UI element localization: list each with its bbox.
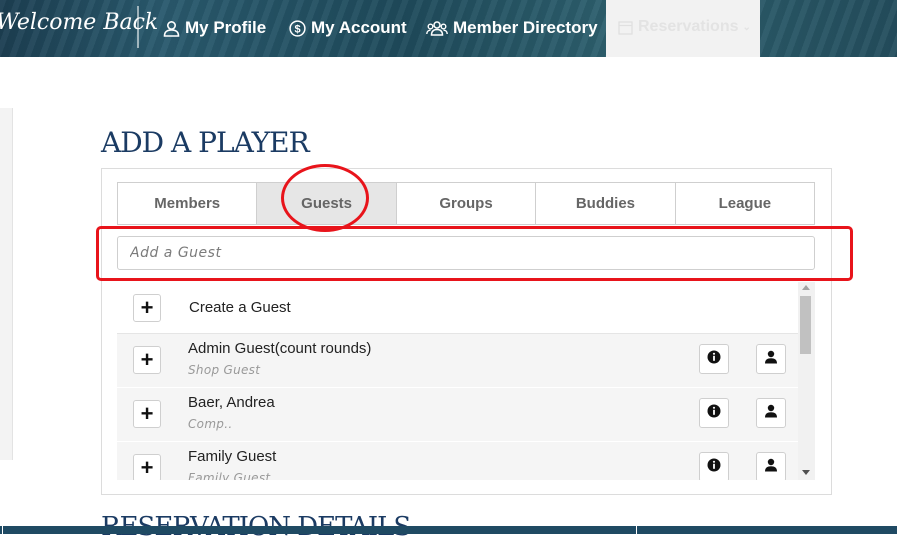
info-icon xyxy=(707,350,721,369)
tab-league[interactable]: League xyxy=(674,182,816,225)
bar-divider xyxy=(2,526,3,534)
add-guest-button[interactable]: + xyxy=(133,346,161,374)
tab-buddies[interactable]: Buddies xyxy=(535,182,675,225)
scrollbar-thumb[interactable] xyxy=(800,296,811,354)
guest-type: Family Guest xyxy=(188,471,271,480)
add-guest-button[interactable]: + xyxy=(133,400,161,428)
guest-list: + Create a Guest + Admin Guest(count rou… xyxy=(117,282,815,480)
create-guest-label: Create a Guest xyxy=(189,299,291,316)
page-title: ADD A PLAYER xyxy=(101,126,310,159)
nav-link-label: Member Directory xyxy=(453,18,598,37)
top-navigation: Welcome Back My Profile $ My Account Mem… xyxy=(0,0,897,57)
add-guest-button[interactable]: + xyxy=(133,454,161,480)
guest-name: Admin Guest(count rounds) xyxy=(188,340,372,357)
nav-link-member-directory[interactable]: Member Directory xyxy=(426,17,598,39)
nav-link-label: Reservations xyxy=(638,18,739,35)
bar-divider xyxy=(636,526,637,534)
tab-guests[interactable]: Guests xyxy=(256,182,396,225)
nav-link-my-profile[interactable]: My Profile xyxy=(163,17,266,39)
info-button[interactable] xyxy=(699,452,729,480)
nav-link-label: My Profile xyxy=(185,18,267,37)
nav-link-reservations[interactable]: Reservations ⌄ xyxy=(606,0,760,57)
person-outline-icon xyxy=(163,20,180,37)
person-icon xyxy=(764,404,778,423)
guest-profile-button[interactable] xyxy=(756,452,786,480)
info-button[interactable] xyxy=(699,398,729,428)
guest-name: Family Guest xyxy=(188,448,277,465)
list-item: + Family Guest Family Guest xyxy=(117,442,798,480)
nav-divider xyxy=(137,6,139,48)
scroll-up-arrow-icon[interactable] xyxy=(802,285,810,290)
guest-name: Baer, Andrea xyxy=(188,394,275,411)
nav-link-label: My Account xyxy=(311,18,407,37)
scroll-down-arrow-icon[interactable] xyxy=(802,470,810,475)
info-icon xyxy=(707,404,721,423)
tab-groups[interactable]: Groups xyxy=(395,182,536,225)
guest-profile-button[interactable] xyxy=(756,344,786,374)
svg-text:$: $ xyxy=(294,23,300,35)
add-guest-input[interactable] xyxy=(117,236,815,270)
nav-link-my-account[interactable]: $ My Account xyxy=(289,17,407,39)
sidebar-edge xyxy=(0,108,13,460)
info-button[interactable] xyxy=(699,344,729,374)
guest-profile-button[interactable] xyxy=(756,398,786,428)
list-item: + Baer, Andrea Comp.. xyxy=(117,388,798,441)
guest-type: Comp.. xyxy=(188,417,233,431)
person-icon xyxy=(764,458,778,477)
bottom-bar xyxy=(0,526,897,534)
list-scrollbar[interactable] xyxy=(798,282,815,480)
tab-members[interactable]: Members xyxy=(117,182,257,225)
create-guest-button[interactable]: + xyxy=(133,294,161,322)
player-type-tabs: Members Guests Groups Buddies League xyxy=(117,182,816,225)
welcome-text: Welcome Back xyxy=(0,10,159,35)
dollar-circle-icon: $ xyxy=(289,19,306,37)
guest-type: Shop Guest xyxy=(188,363,261,377)
calendar-icon xyxy=(618,20,633,35)
list-item: + Admin Guest(count rounds) Shop Guest xyxy=(117,334,798,387)
chevron-down-icon: ⌄ xyxy=(742,21,751,33)
create-guest-row[interactable]: + Create a Guest xyxy=(117,282,798,334)
info-icon xyxy=(707,458,721,477)
people-group-icon xyxy=(426,20,448,37)
person-icon xyxy=(764,350,778,369)
